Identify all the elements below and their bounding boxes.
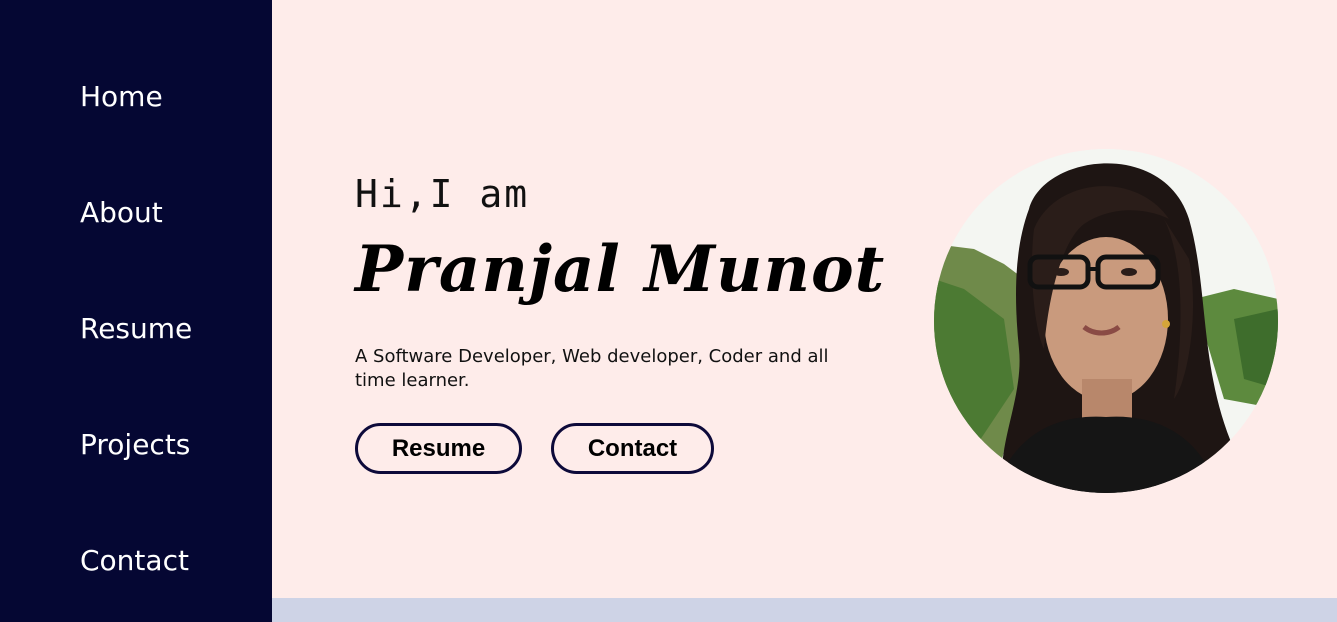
sidebar-item-projects[interactable]: Projects bbox=[80, 428, 190, 462]
contact-button[interactable]: Contact bbox=[551, 423, 714, 474]
sidebar-nav: Home About Resume Projects Contact bbox=[0, 0, 272, 622]
footer-strip bbox=[272, 598, 1337, 622]
hero-greeting: Hi,I am bbox=[355, 172, 530, 216]
profile-photo-illustration bbox=[934, 149, 1278, 493]
sidebar-item-contact[interactable]: Contact bbox=[80, 544, 189, 578]
hero-tagline: A Software Developer, Web developer, Cod… bbox=[355, 346, 829, 391]
portfolio-page: Home About Resume Projects Contact Hi,I … bbox=[0, 0, 1337, 622]
sidebar-item-home[interactable]: Home bbox=[80, 80, 163, 114]
sidebar-item-about[interactable]: About bbox=[80, 196, 163, 230]
sidebar-item-resume[interactable]: Resume bbox=[80, 312, 192, 346]
resume-button[interactable]: Resume bbox=[355, 423, 522, 474]
profile-photo bbox=[934, 149, 1278, 493]
hero-name: Pranjal Munot bbox=[355, 232, 886, 307]
